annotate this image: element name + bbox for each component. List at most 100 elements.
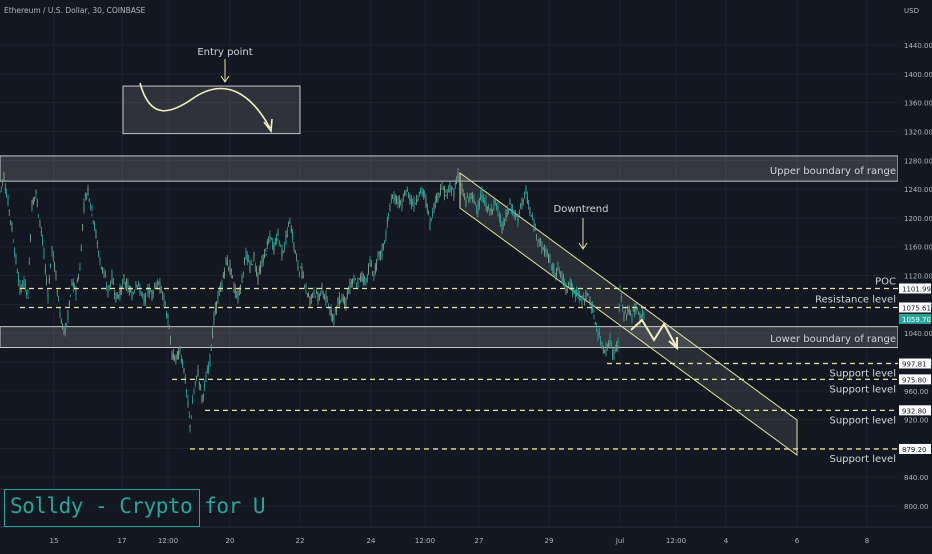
candle-body bbox=[504, 223, 505, 224]
candle-body bbox=[108, 288, 109, 294]
grid bbox=[0, 0, 898, 527]
candle-body bbox=[522, 199, 523, 205]
candle-body bbox=[44, 250, 45, 254]
candle-body bbox=[362, 275, 363, 277]
candle-body bbox=[476, 210, 477, 211]
candle-body bbox=[84, 207, 85, 209]
candle-body bbox=[73, 282, 74, 287]
candle-body bbox=[211, 348, 212, 351]
downtrend-channel-band bbox=[460, 173, 797, 455]
candle-body bbox=[563, 276, 564, 283]
candle-body bbox=[140, 290, 141, 292]
candle-body bbox=[543, 247, 544, 249]
candle-body bbox=[594, 317, 595, 318]
candle-body bbox=[444, 187, 445, 197]
candle-body bbox=[375, 265, 376, 273]
candle-body bbox=[464, 197, 465, 198]
candle-body bbox=[623, 318, 624, 321]
candle-body bbox=[480, 195, 481, 200]
candle-body bbox=[632, 315, 633, 320]
candle-body bbox=[624, 313, 625, 317]
candle-body bbox=[295, 251, 296, 254]
candle-body bbox=[70, 295, 71, 296]
candle-body bbox=[633, 310, 634, 311]
candle-body bbox=[468, 197, 469, 198]
range-zone bbox=[0, 327, 898, 348]
candle-body bbox=[181, 359, 182, 361]
candle-body bbox=[538, 241, 539, 242]
candle-body bbox=[572, 286, 573, 294]
candle-body bbox=[104, 272, 105, 275]
candle-body bbox=[280, 245, 281, 246]
candle-body bbox=[423, 192, 424, 196]
candle-body bbox=[345, 305, 346, 307]
candle-body bbox=[548, 255, 549, 262]
candle-body bbox=[379, 252, 380, 255]
candle-body bbox=[168, 321, 169, 323]
time-tick-label: 29 bbox=[545, 537, 554, 545]
candle-body bbox=[101, 266, 102, 267]
candle-body bbox=[430, 221, 431, 229]
entry-point-annotation: Entry point bbox=[123, 47, 300, 134]
candle-body bbox=[342, 297, 343, 299]
candle-body bbox=[156, 285, 157, 286]
candle-body bbox=[218, 294, 219, 300]
candle-body bbox=[540, 240, 541, 242]
candle-body bbox=[383, 244, 384, 249]
candle-body bbox=[235, 288, 236, 294]
candle-body bbox=[207, 368, 208, 373]
time-tick-label: 6 bbox=[795, 537, 800, 545]
candle-body bbox=[452, 188, 453, 189]
candle-body bbox=[242, 281, 243, 282]
candle-body bbox=[340, 302, 341, 303]
candle-body bbox=[498, 206, 499, 209]
candle-body bbox=[492, 209, 493, 211]
candle-body bbox=[614, 357, 615, 358]
candle-body bbox=[576, 289, 577, 296]
lower-boundary-label: Lower boundary of range bbox=[770, 334, 896, 345]
candle-body bbox=[29, 261, 30, 264]
candle-body bbox=[435, 201, 436, 207]
candle-body bbox=[170, 339, 171, 343]
candle-body bbox=[523, 199, 524, 202]
watermark-text: Solldy - Crypto for U bbox=[10, 494, 265, 518]
candle-body bbox=[86, 196, 87, 199]
candle-body bbox=[571, 282, 572, 288]
candle-body bbox=[206, 379, 207, 382]
candle-body bbox=[484, 201, 485, 205]
candle-body bbox=[450, 184, 451, 187]
candle-body bbox=[200, 386, 201, 387]
price-tick-label: 800.00 bbox=[904, 503, 929, 511]
candle-body bbox=[570, 282, 571, 285]
price-chart[interactable]: POCResistance levelSupport levelSupport … bbox=[0, 0, 932, 550]
candle-body bbox=[616, 345, 617, 351]
chart-area[interactable]: POCResistance levelSupport levelSupport … bbox=[0, 0, 932, 550]
candle-body bbox=[374, 275, 375, 276]
time-tick-label: 4 bbox=[724, 537, 729, 545]
candle-body bbox=[415, 203, 416, 204]
candle-body bbox=[534, 221, 535, 229]
candle-body bbox=[440, 188, 441, 194]
price-axis[interactable]: 800.00840.00880.00920.00960.001000.00104… bbox=[898, 0, 932, 550]
candle-body bbox=[62, 324, 63, 326]
candle-body bbox=[152, 291, 153, 298]
candle-body bbox=[630, 314, 631, 315]
candle-body bbox=[102, 267, 103, 271]
candle-body bbox=[294, 247, 295, 249]
candle-body bbox=[592, 306, 593, 312]
candle-body bbox=[568, 282, 569, 283]
candle-body bbox=[286, 240, 287, 245]
price-tick-label: 1440.00 bbox=[904, 42, 932, 50]
candle-body bbox=[625, 313, 626, 314]
time-axis[interactable]: 151712:0020222412:002729Jul12:00468 bbox=[0, 527, 932, 550]
candle-body bbox=[335, 308, 336, 311]
candle-body bbox=[100, 262, 101, 266]
candle-body bbox=[133, 293, 134, 294]
candle-body bbox=[189, 416, 190, 417]
candle-body bbox=[194, 391, 195, 393]
candle-body bbox=[158, 282, 159, 284]
price-label-value: 975.80 bbox=[902, 376, 927, 384]
candle-body bbox=[527, 196, 528, 203]
candle-body bbox=[141, 292, 142, 293]
candle-body bbox=[473, 197, 474, 201]
